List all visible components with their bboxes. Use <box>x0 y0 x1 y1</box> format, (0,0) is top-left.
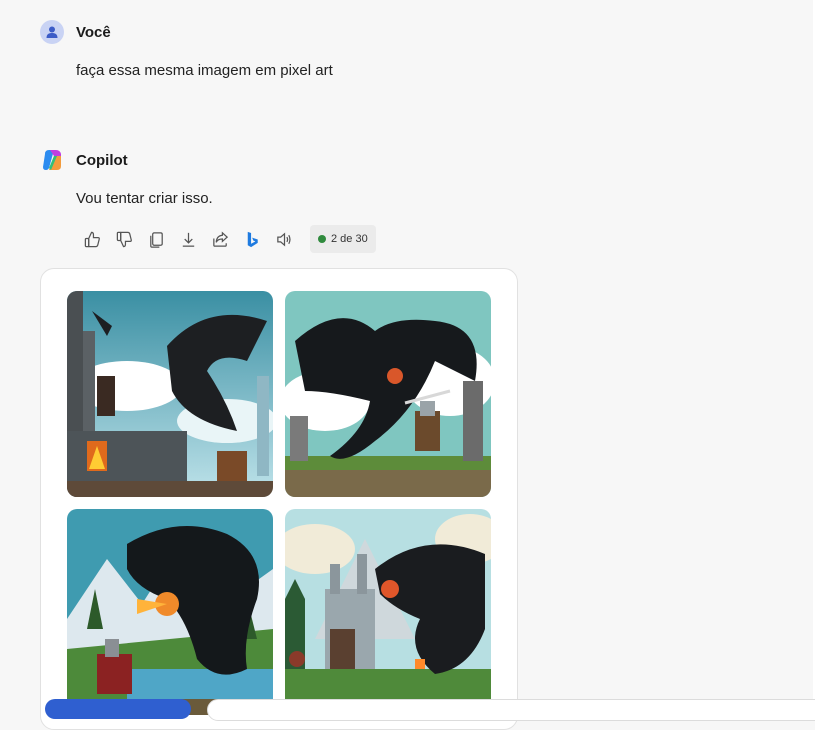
new-topic-button[interactable] <box>45 699 191 719</box>
copilot-logo-icon <box>40 148 64 172</box>
status-dot-icon <box>318 235 326 243</box>
thumbs-down-icon[interactable] <box>112 227 136 251</box>
user-message-header: Você <box>40 20 111 44</box>
read-aloud-icon[interactable] <box>272 227 296 251</box>
share-icon[interactable] <box>208 227 232 251</box>
generated-image-2[interactable] <box>285 291 491 497</box>
generated-image-4[interactable] <box>285 509 491 715</box>
user-avatar-icon <box>40 20 64 44</box>
message-action-bar: 2 de 30 <box>80 225 376 253</box>
generated-image-1[interactable] <box>67 291 273 497</box>
user-author-name: Você <box>76 23 111 41</box>
response-counter-text: 2 de 30 <box>331 233 368 245</box>
generated-image-3[interactable] <box>67 509 273 715</box>
user-message-text: faça essa mesma imagem em pixel art <box>76 62 333 79</box>
copilot-message-text: Vou tentar criar isso. <box>76 190 213 207</box>
bing-icon[interactable] <box>240 227 264 251</box>
chat-input-box[interactable] <box>207 699 815 721</box>
download-icon[interactable] <box>176 227 200 251</box>
response-counter-badge: 2 de 30 <box>310 225 376 253</box>
copilot-author-name: Copilot <box>76 151 128 169</box>
copy-icon[interactable] <box>144 227 168 251</box>
image-results-card <box>40 268 518 730</box>
thumbs-up-icon[interactable] <box>80 227 104 251</box>
copilot-message-header: Copilot <box>40 148 128 172</box>
